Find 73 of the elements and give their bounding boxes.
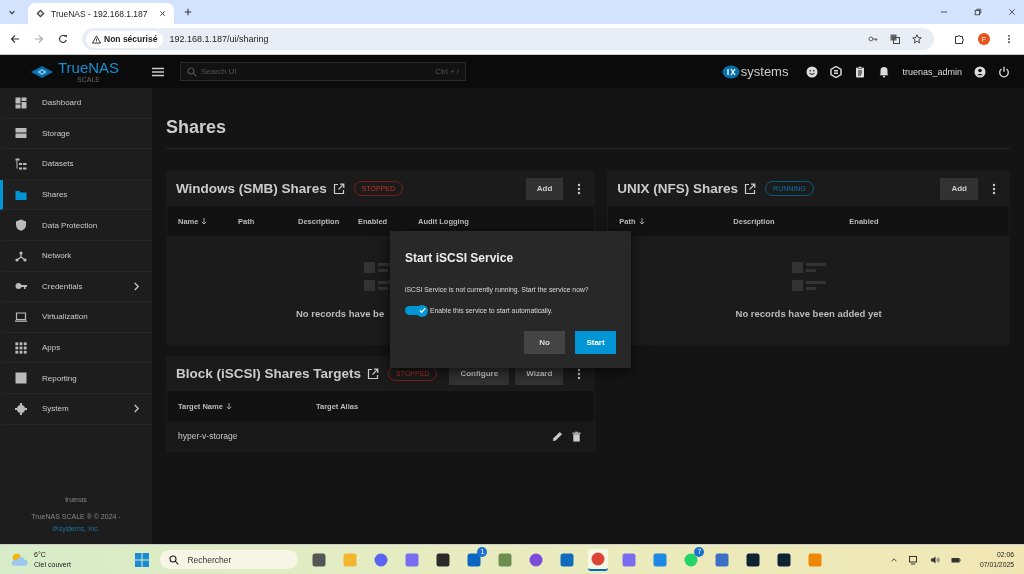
translate-icon[interactable] (890, 34, 900, 44)
sidebar-item[interactable]: Reporting (0, 363, 152, 394)
url-text[interactable]: 192.168.1.187/ui/sharing (169, 34, 269, 44)
shield-icon (15, 219, 27, 232)
taskbar-search-input[interactable]: Rechercher (187, 554, 290, 565)
shares-icon (15, 188, 27, 201)
open-external-icon[interactable] (744, 182, 757, 195)
datasets-icon (15, 158, 27, 170)
security-chip[interactable]: Non sécurisé (86, 30, 164, 48)
clipboard-icon[interactable] (854, 65, 867, 78)
panel-action-button[interactable]: Add (525, 177, 564, 200)
close-icon[interactable] (159, 10, 166, 17)
dialog-title: Start iSCSI Service (405, 251, 515, 265)
search-icon (187, 66, 197, 77)
sidebar-item[interactable]: Dashboard (0, 88, 152, 119)
sidebar-item[interactable]: Data Protection (0, 210, 152, 241)
extensions-icon[interactable] (954, 34, 964, 44)
panel-title: Block (iSCSI) Shares Targets (176, 366, 362, 381)
search-icon (169, 554, 180, 565)
panel-title: Windows (SMB) Shares (176, 181, 327, 196)
power-icon[interactable] (998, 65, 1010, 78)
username[interactable]: truenas_admin (902, 66, 962, 77)
laptop-icon (15, 310, 27, 323)
feedback-face-icon[interactable] (806, 65, 819, 78)
storage-icon (15, 127, 27, 140)
sidebar-item[interactable]: Datasets (0, 149, 152, 180)
sidebar-item[interactable]: Storage (0, 118, 152, 150)
table-cell: hyper-v-storage (178, 431, 238, 441)
ixsystems-logo: systems (721, 64, 789, 79)
browser-tab[interactable]: TrueNAS - 192.168.1.187 (28, 3, 174, 24)
network-icon (15, 249, 27, 262)
toggle-switch[interactable] (405, 306, 427, 315)
sidebar-item[interactable]: Network (0, 240, 152, 272)
taskbar-search-field[interactable]: Rechercher (160, 550, 299, 569)
sidebar-item[interactable]: System (0, 393, 152, 425)
restore-icon[interactable] (974, 8, 982, 16)
tab-list-icon[interactable] (8, 8, 16, 16)
more-options-icon[interactable] (577, 182, 582, 195)
open-external-icon[interactable] (367, 367, 380, 380)
sidebar-item[interactable]: Shares (0, 179, 152, 211)
empty-state-text: No records have been added yet (735, 308, 882, 319)
secondary-button[interactable]: No (524, 331, 565, 354)
new-tab-icon[interactable] (184, 8, 192, 16)
notifications-bell-icon[interactable] (878, 65, 891, 78)
chevron-up-icon[interactable] (889, 555, 898, 564)
hexagon-logo-icon[interactable] (830, 65, 843, 78)
sidebar-item[interactable]: Virtualization (0, 302, 152, 333)
open-external-icon[interactable] (332, 182, 345, 195)
menu-icon[interactable] (152, 66, 164, 77)
delete-trash-icon[interactable] (571, 430, 583, 442)
network-monitor-icon[interactable] (908, 554, 919, 565)
back-icon[interactable] (10, 34, 20, 44)
close-icon[interactable] (1008, 8, 1016, 16)
account-icon[interactable] (974, 65, 986, 78)
checkmark-icon (417, 306, 427, 315)
dashboard-icon (15, 96, 27, 109)
panel-title: UNIX (NFS) Shares (617, 181, 739, 196)
page-title: Shares (166, 117, 227, 138)
edit-pencil-icon[interactable] (552, 430, 564, 442)
empty-state-text: No records have be (296, 308, 385, 319)
more-options-icon[interactable] (992, 182, 996, 195)
panel-action-button[interactable]: Add (940, 177, 978, 200)
more-options-icon[interactable] (577, 367, 582, 380)
bookmark-star-icon[interactable] (912, 34, 922, 44)
sidebar-item[interactable]: Credentials (0, 271, 152, 303)
reload-icon[interactable] (58, 34, 68, 44)
windows-start-icon[interactable] (135, 552, 150, 567)
sidebar-item[interactable]: Apps (0, 332, 152, 364)
speaker-icon[interactable] (929, 554, 940, 565)
apps-icon (15, 341, 27, 354)
key-icon[interactable] (868, 34, 878, 44)
warning-icon (92, 34, 101, 44)
empty-list-icon (791, 262, 826, 294)
